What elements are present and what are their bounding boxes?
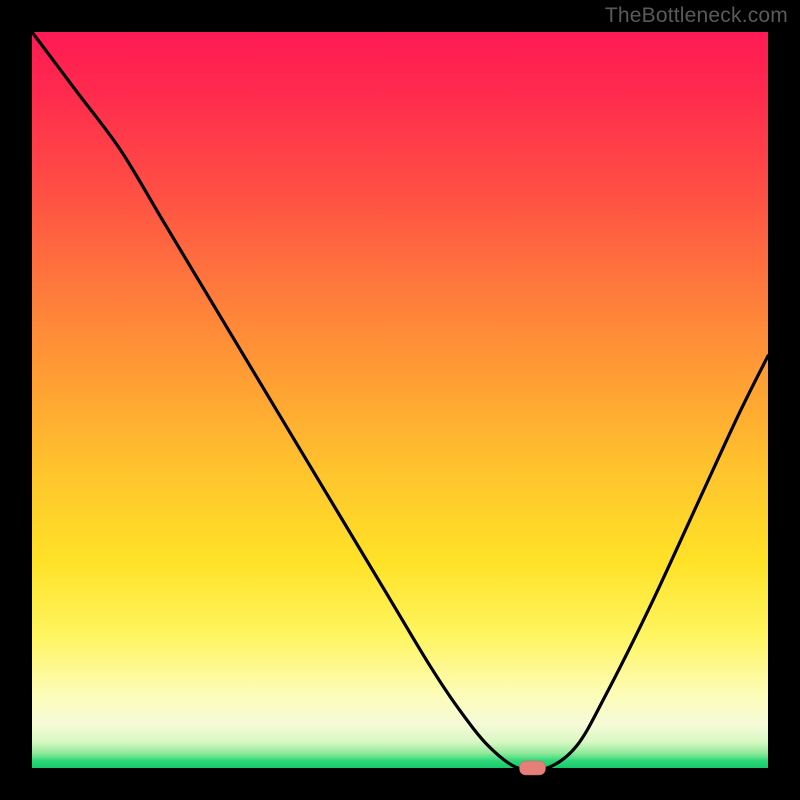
- optimal-marker: [520, 761, 546, 775]
- plot-area: [32, 32, 768, 768]
- bottleneck-curve: [32, 32, 768, 771]
- watermark-text: TheBottleneck.com: [605, 4, 788, 28]
- chart-frame: TheBottleneck.com: [0, 0, 800, 800]
- chart-svg: [32, 32, 768, 768]
